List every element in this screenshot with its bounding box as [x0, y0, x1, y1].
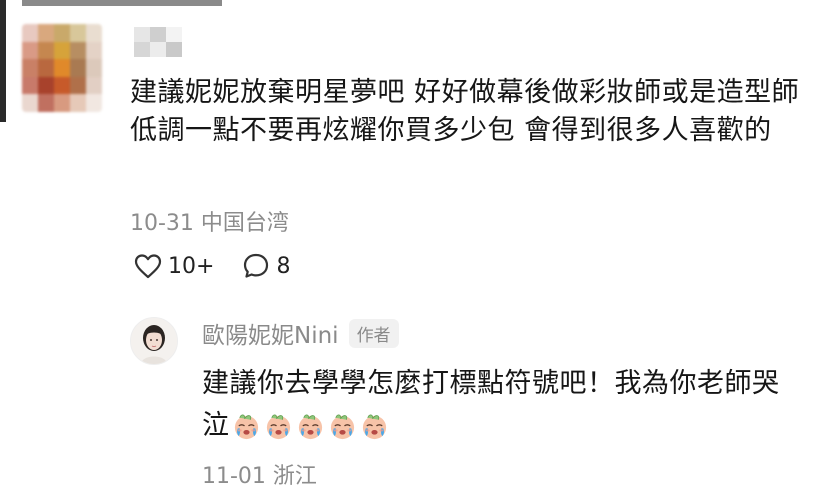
reply-button[interactable]: 8	[242, 252, 290, 280]
reply-header: 歐陽妮妮Nini 作者	[202, 316, 399, 350]
crying-face-emoji-icon	[328, 412, 357, 441]
scroll-indicator	[22, 0, 222, 6]
commenter-username-redacted[interactable]	[134, 27, 182, 57]
commenter-avatar[interactable]	[22, 24, 102, 112]
author-name[interactable]: 歐陽妮妮Nini	[202, 316, 339, 350]
speech-bubble-icon	[244, 253, 269, 278]
comment-actions: 10+ 8	[134, 252, 318, 280]
author-avatar[interactable]	[130, 317, 178, 365]
crying-face-emoji-icon	[232, 412, 261, 441]
like-count: 10+	[168, 253, 215, 279]
reply-count: 8	[276, 253, 291, 279]
comment-timestamp-location: 10-31 中国台湾	[130, 211, 289, 236]
comment-body: 建議妮妮放棄明星夢吧 好好做幕後做彩妝師或是造型師 低調一點不要再炫耀你買多少包…	[130, 77, 800, 146]
edge-divider	[0, 0, 6, 122]
author-badge: 作者	[348, 318, 399, 348]
reply-timestamp-location: 11-01 浙江	[202, 464, 317, 489]
like-button[interactable]: 10+	[134, 253, 214, 279]
reply-body: 建議你去學學怎麼打標點符號吧！我為你老師哭泣	[202, 363, 802, 447]
crying-face-emoji-icon	[264, 412, 293, 441]
crying-face-emoji-icon	[360, 412, 389, 441]
crying-emoji-group	[232, 412, 389, 441]
portrait-icon	[131, 318, 177, 364]
crying-face-emoji-icon	[296, 412, 325, 441]
heart-icon	[134, 254, 162, 279]
